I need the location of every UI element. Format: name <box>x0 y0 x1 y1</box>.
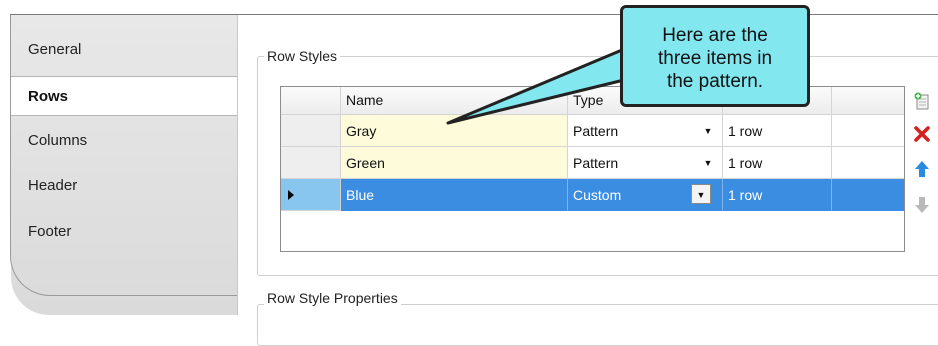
current-row-pointer-icon <box>288 190 294 200</box>
callout-seam <box>623 43 629 83</box>
tab-label: Columns <box>28 132 88 149</box>
tab-header[interactable]: Header <box>11 166 237 206</box>
column-header-label: Name <box>346 92 384 108</box>
row-name-text: Green <box>346 155 385 171</box>
row-extra-cell[interactable] <box>832 179 904 211</box>
callout-line: Here are the <box>662 25 768 46</box>
dropdown-arrow-icon[interactable]: ▼ <box>691 184 711 204</box>
row-name-text: Blue <box>346 187 375 203</box>
row-styles-group-title: Row Styles <box>264 48 341 64</box>
tab-general[interactable]: General <box>11 30 237 70</box>
row-type-cell[interactable]: Custom ▼ <box>568 179 723 211</box>
dialog-window: General Rows Columns Header Footer Row S… <box>0 0 938 346</box>
row-height-cell[interactable]: 1 row <box>723 115 832 147</box>
row-height-cell[interactable]: 1 row <box>723 147 832 179</box>
row-height-text: 1 row <box>728 187 763 203</box>
callout-pointer <box>446 48 626 125</box>
row-style-properties-title: Row Style Properties <box>264 290 401 306</box>
column-header-extra <box>832 87 904 115</box>
row-height-text: 1 row <box>728 155 763 171</box>
dropdown-arrow-icon[interactable]: ▼ <box>698 153 718 173</box>
tab-label: Footer <box>28 223 72 240</box>
grid-corner-header <box>281 87 341 115</box>
callout-line: three items in <box>657 48 773 69</box>
tab-label: Header <box>28 177 78 194</box>
row-selector[interactable] <box>281 115 341 147</box>
tab-label: General <box>28 41 82 58</box>
row-name-text: Gray <box>346 123 377 139</box>
row-height-text: 1 row <box>728 123 763 139</box>
tab-footer[interactable]: Footer <box>11 212 237 252</box>
new-document-icon[interactable] <box>913 92 931 110</box>
row-height-cell[interactable]: 1 row <box>723 179 832 211</box>
callout-bubble: Here are the three items in the pattern. <box>620 5 810 107</box>
row-selector-current[interactable] <box>281 179 341 211</box>
row-style-properties-group <box>257 304 938 346</box>
tab-rows[interactable]: Rows <box>11 76 237 116</box>
row-name-cell[interactable]: Green <box>341 147 568 179</box>
row-name-cell[interactable]: Blue <box>341 179 568 211</box>
row-type-text: Pattern <box>573 155 619 171</box>
row-type-cell[interactable]: Pattern ▼ <box>568 147 723 179</box>
move-up-arrow-icon[interactable] <box>913 160 931 178</box>
row-extra-cell[interactable] <box>832 147 904 179</box>
move-down-arrow-icon[interactable] <box>913 196 931 214</box>
tab-strip-divider <box>237 15 238 315</box>
callout-line: the pattern. <box>666 71 764 92</box>
row-selector[interactable] <box>281 147 341 179</box>
tab-label: Rows <box>28 88 69 105</box>
dropdown-arrow-icon[interactable]: ▼ <box>698 121 718 141</box>
delete-x-icon[interactable] <box>913 125 931 143</box>
row-type-text: Custom <box>573 187 622 203</box>
row-extra-cell[interactable] <box>832 115 904 147</box>
tab-columns[interactable]: Columns <box>11 121 237 161</box>
